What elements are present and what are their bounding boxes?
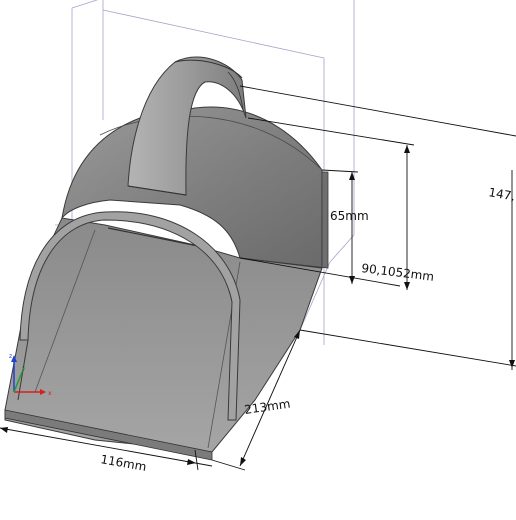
z-axis-label: z	[9, 353, 12, 360]
dimension-116mm: 116mm	[99, 452, 147, 474]
cad-viewport[interactable]: 65mm 90,1052mm 213mm 116mm 147, x y z	[0, 0, 516, 516]
model-canvas[interactable]: 65mm 90,1052mm 213mm 116mm 147, x y z	[0, 0, 516, 516]
y-axis-label: y	[22, 365, 26, 372]
x-axis-label: x	[48, 390, 52, 397]
dimension-65mm: 65mm	[330, 209, 369, 223]
dimension-90mm: 90,1052mm	[361, 261, 435, 284]
